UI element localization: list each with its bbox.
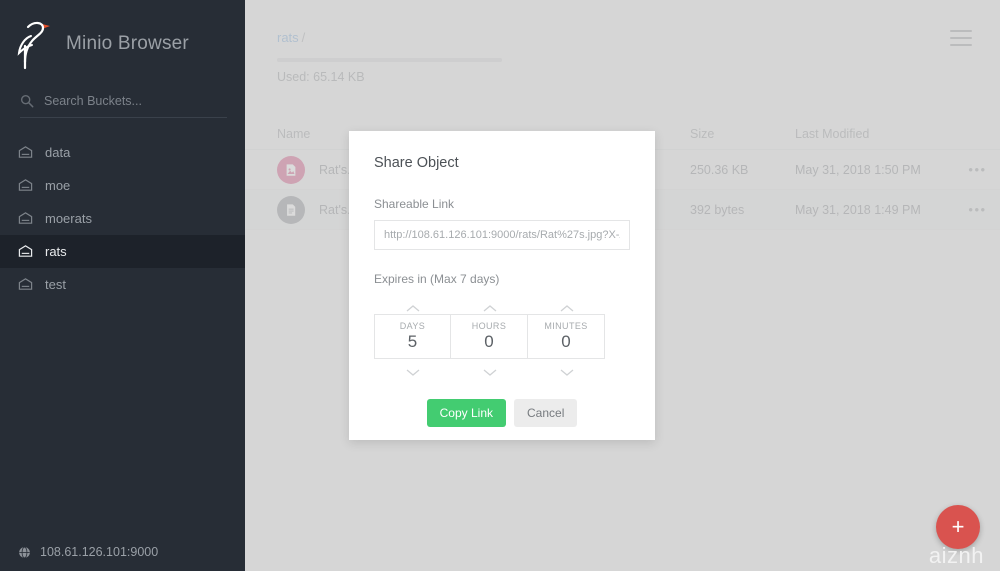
sidebar-item-rats[interactable]: rats <box>0 235 245 268</box>
chevron-up-icon[interactable] <box>404 300 422 312</box>
chevron-down-icon[interactable] <box>558 364 576 376</box>
minutes-value: 0 <box>561 332 571 351</box>
minutes-unit-label: MINUTES <box>544 321 588 331</box>
hours-stepper-box[interactable]: HOURS 0 <box>451 314 528 359</box>
host-label: 108.61.126.101:9000 <box>40 545 159 559</box>
sidebar-item-label: data <box>45 145 71 160</box>
bucket-icon <box>18 145 33 160</box>
chevron-up-icon[interactable] <box>558 300 576 312</box>
search-icon <box>20 94 34 108</box>
days-stepper: DAYS 5 <box>374 300 451 376</box>
sidebar: Minio Browser data <box>0 0 245 571</box>
sidebar-item-data[interactable]: data <box>0 136 245 169</box>
hours-value: 0 <box>484 332 494 351</box>
bucket-icon <box>18 277 33 292</box>
plus-icon: + <box>951 514 965 539</box>
hours-unit-label: HOURS <box>471 321 507 331</box>
days-value: 5 <box>407 332 418 351</box>
brand: Minio Browser <box>0 0 245 70</box>
sidebar-item-test[interactable]: test <box>0 268 245 301</box>
minio-browser-app: Minio Browser data <box>0 0 1000 571</box>
search-bucket-container[interactable] <box>20 94 227 118</box>
share-object-dialog: Share Object Shareable Link Expires in (… <box>349 131 655 440</box>
expiry-steppers: DAYS 5 HOURS 0 MINUTES 0 <box>374 300 630 376</box>
sidebar-item-moerats[interactable]: moerats <box>0 202 245 235</box>
dialog-actions: Copy Link Cancel <box>374 399 630 427</box>
days-unit-label: DAYS <box>399 321 426 331</box>
cancel-button[interactable]: Cancel <box>514 399 578 427</box>
chevron-down-icon[interactable] <box>404 364 422 376</box>
minutes-stepper: MINUTES 0 <box>528 300 605 376</box>
expires-label: Expires in (Max 7 days) <box>374 272 500 286</box>
bucket-icon <box>18 211 33 226</box>
sidebar-item-label: moe <box>45 178 71 193</box>
shareable-link-input[interactable] <box>374 220 630 250</box>
days-stepper-box[interactable]: DAYS 5 <box>374 314 451 359</box>
copy-link-button[interactable]: Copy Link <box>426 399 506 427</box>
sidebar-item-label: rats <box>45 244 67 259</box>
hours-stepper: HOURS 0 <box>451 300 528 376</box>
bucket-icon <box>18 244 33 259</box>
brand-title: Minio Browser <box>66 33 189 54</box>
chevron-up-icon[interactable] <box>481 300 499 312</box>
minutes-stepper-box[interactable]: MINUTES 0 <box>528 314 605 359</box>
host-status: 108.61.126.101:9000 <box>0 545 158 559</box>
watermark: aiznh <box>928 543 984 568</box>
bucket-list: data moe moerats rats test <box>0 136 245 301</box>
shareable-link-label: Shareable Link <box>374 197 455 211</box>
sidebar-item-label: moerats <box>45 211 92 226</box>
globe-icon <box>18 546 31 559</box>
sidebar-item-label: test <box>45 277 66 292</box>
sidebar-item-moe[interactable]: moe <box>0 169 245 202</box>
bucket-icon <box>18 178 33 193</box>
chevron-down-icon[interactable] <box>481 364 499 376</box>
minio-stork-logo-icon <box>14 18 56 70</box>
search-input[interactable] <box>44 94 214 108</box>
dialog-title: Share Object <box>374 155 459 171</box>
